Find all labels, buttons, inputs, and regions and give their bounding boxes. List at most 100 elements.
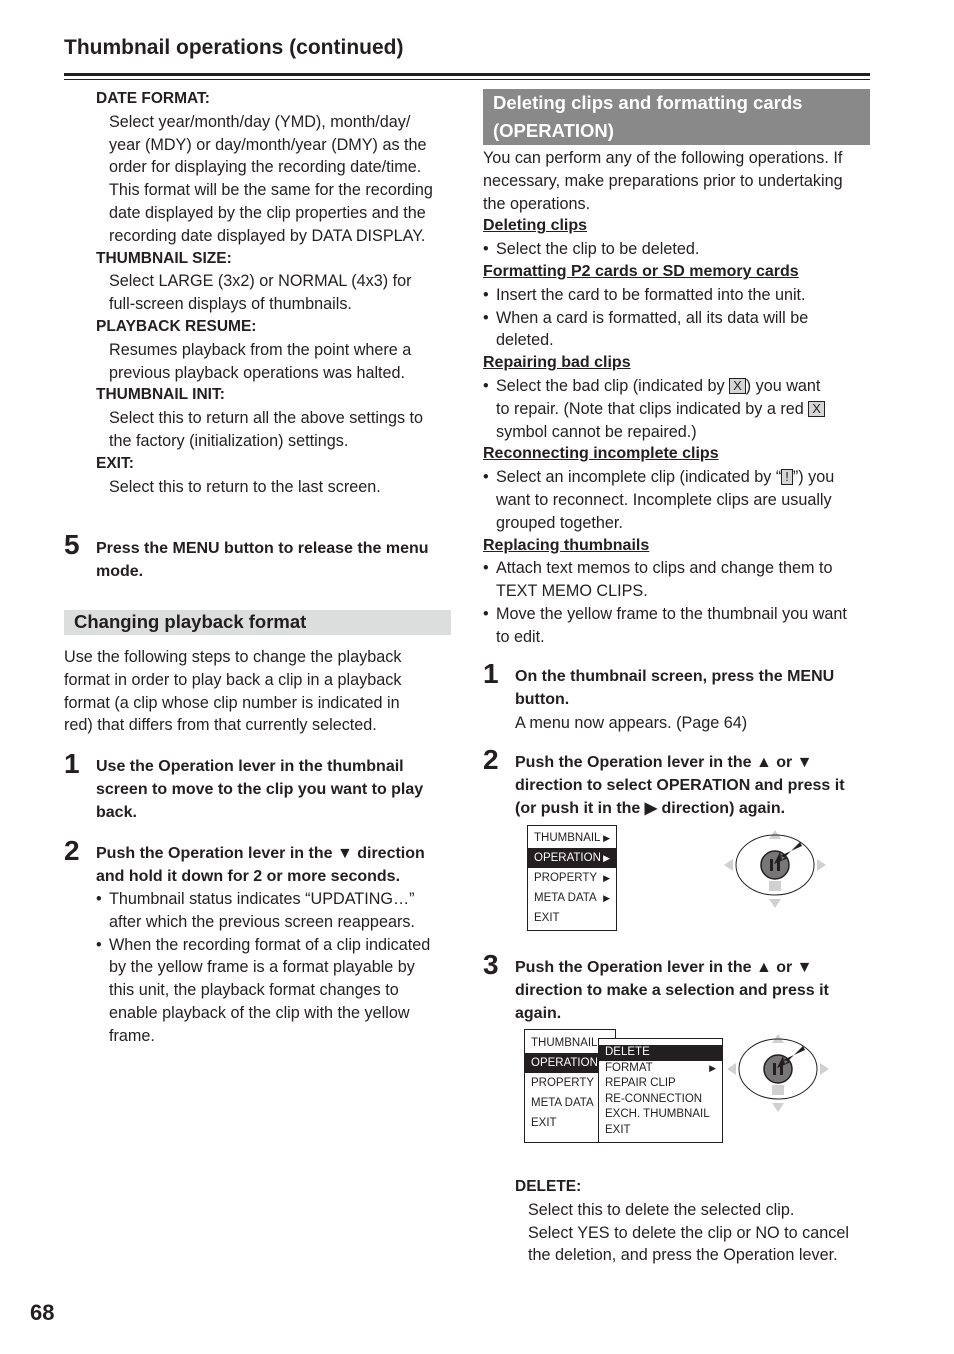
text-line: When the recording format of a clip indi…: [109, 935, 431, 954]
bullet-item: • Attach text memos to clips and change …: [483, 557, 873, 603]
submenu-arrow-icon: ▶: [709, 1062, 716, 1073]
operation-lever-icon: [727, 1034, 829, 1112]
right-step-2-text: Push the Operation lever in the ▲ or ▼ d…: [515, 752, 875, 820]
text-line: Select an incomplete clip (indicated by …: [496, 466, 834, 489]
step-line: back.: [96, 803, 137, 821]
text-line: deleted.: [496, 331, 554, 350]
bullet-dot: •: [483, 285, 489, 304]
text-line: to edit.: [496, 627, 545, 646]
submenu-arrow-icon: ▶: [603, 873, 610, 883]
right-step-3-text: Push the Operation lever in the ▲ or ▼ d…: [515, 957, 875, 1025]
step-line: and hold it down for 2 or more seconds.: [96, 867, 401, 885]
step-line: screen to move to the clip you want to p…: [96, 780, 424, 798]
text-line: the factory (initialization) settings.: [109, 431, 349, 450]
menu-item-label: PROPERTY: [531, 1077, 595, 1089]
step-line: Use the Operation lever in the thumbnail: [96, 758, 404, 775]
setting-label: DATE FORMAT:: [96, 90, 210, 107]
text-line: order for displaying the recording date/…: [109, 158, 422, 177]
text-line: the operations.: [483, 194, 591, 213]
text-line: You can perform any of the following ope…: [483, 149, 843, 167]
bad-clip-x-icon: X: [808, 400, 825, 417]
menu-item-label: OPERATION: [531, 1057, 598, 1069]
text-line: Move the yellow frame to the thumbnail y…: [496, 604, 847, 623]
setting-label: THUMBNAIL SIZE:: [96, 249, 232, 267]
menu-item-label: META DATA: [534, 892, 597, 904]
text-line: the deletion, and press the Operation le…: [528, 1246, 838, 1265]
section-header-operation: Deleting clips and formatting cards (OPE…: [483, 89, 870, 145]
step-line: direction to select OPERATION and press …: [515, 776, 845, 794]
bullet-dot: •: [96, 890, 102, 908]
menu-item-label: PROPERTY: [534, 872, 598, 884]
text-line: grouped together.: [496, 513, 623, 532]
menu-item-label: EXCH. THUMBNAIL: [605, 1108, 710, 1120]
setting-description: Select this to return all the above sett…: [96, 407, 456, 453]
bullet-dot: •: [483, 604, 489, 623]
step-number: 2: [483, 744, 499, 775]
step-5-text: Press the MENU button to release the men…: [96, 538, 456, 584]
text-line: Select year/month/day (YMD), month/day/: [109, 112, 411, 131]
text-line: year (MDY) or day/month/year (DMY) as th…: [109, 135, 427, 154]
text-span: ”) you: [792, 468, 835, 487]
text-line: by the yellow frame is a format playable…: [109, 958, 415, 977]
text-span: ) you want: [745, 376, 821, 395]
setting-label: THUMBNAIL INIT:: [96, 386, 225, 404]
page-number: 68: [30, 1300, 55, 1325]
setting-description: Select LARGE (3x2) or NORMAL (4x3) for fu…: [96, 270, 456, 316]
text-line: Attach text memos to clips and change th…: [496, 559, 833, 578]
text-line: previous playback operations was halted.: [109, 363, 406, 382]
bullet-item: • Select the clip to be deleted.: [483, 238, 873, 261]
text-line: necessary, make preparations prior to un…: [483, 171, 843, 190]
menu-item: OPERATION ▶: [528, 848, 616, 868]
section-header-playback-format: Changing playback format: [64, 610, 451, 635]
menu-item: THUMBNAIL ▶: [528, 828, 616, 848]
menu-item-label: RE-CONNECTION: [605, 1092, 703, 1105]
text-line: frame.: [109, 1026, 155, 1045]
bullet-dot: •: [483, 376, 489, 395]
menu-item-label: FORMAT: [605, 1061, 653, 1074]
submenu-arrow-icon: ▶: [603, 853, 610, 863]
delete-description: DELETE: Select this to delete the select…: [515, 1176, 875, 1267]
menu-item-label: THUMBNAIL: [531, 1037, 598, 1049]
text-line: Select the clip to be deleted.: [496, 240, 700, 259]
text-line: Insert the card to be formatted into the…: [496, 285, 806, 304]
menu-item-label: EXIT: [534, 912, 560, 924]
step-line: direction to make a selection and press …: [515, 981, 829, 999]
step-note: A menu now appears. (Page 64): [515, 713, 748, 732]
step-number: 2: [64, 835, 80, 866]
step-line: Press the MENU button to release the men…: [96, 540, 429, 557]
text-line: format (a clip whose clip number is indi…: [64, 693, 400, 712]
text-span: to repair. (Note that clips indicated by…: [496, 399, 809, 418]
text-line: enable playback of the clip with the yel…: [109, 1003, 410, 1022]
text-line: Select this to return to the last screen…: [109, 477, 381, 496]
menu-item: EXIT: [528, 908, 616, 928]
text-line: red) that differs from that currently se…: [64, 716, 377, 735]
menu-item: PROPERTY ▶: [528, 868, 616, 888]
bullet-item: • Select an incomplete clip (indicated b…: [483, 466, 873, 534]
step-line: again.: [515, 1004, 562, 1022]
setting-description: Select year/month/day (YMD), month/day/y…: [96, 111, 456, 248]
bullet-dot: •: [483, 240, 489, 259]
step-2-text: Push the Operation lever in the ▼ direct…: [96, 843, 456, 889]
heading-formatting: Formatting P2 cards or SD memory cards: [483, 262, 799, 280]
menu-item: META DATA ▶: [528, 888, 616, 908]
title-rule: [64, 73, 870, 76]
menu-item-label: EXIT: [605, 1123, 631, 1136]
step-line: On the thumbnail screen, press the MENU: [515, 668, 835, 685]
text-line: Thumbnail status indicates “UPDATING…”: [109, 890, 415, 908]
playback-intro: Use the following steps to change the pl…: [64, 646, 454, 737]
heading-reconnecting: Reconnecting incomplete clips: [483, 445, 719, 463]
heading-replacing: Replacing thumbnails: [483, 536, 650, 554]
step-number: 3: [483, 949, 499, 980]
bullet-dot: •: [483, 559, 489, 578]
text-span: Select an incomplete clip (indicated by …: [496, 468, 782, 487]
bullet-item: • Move the yellow frame to the thumbnail…: [483, 603, 873, 649]
menu-item: RE-CONNECTION: [599, 1092, 722, 1108]
step-line: Push the Operation lever in the ▼ direct…: [96, 845, 425, 862]
setting-label: DELETE:: [515, 1178, 582, 1195]
bullet-item: • Thumbnail status indicates “UPDATING…”…: [96, 888, 456, 934]
bullet-dot: •: [96, 935, 102, 954]
text-line: This format will be the same for the rec…: [109, 181, 433, 200]
step-line: button.: [515, 690, 570, 708]
step-line: mode.: [96, 562, 144, 580]
menu-item-label: REPAIR CLIP: [605, 1077, 676, 1089]
